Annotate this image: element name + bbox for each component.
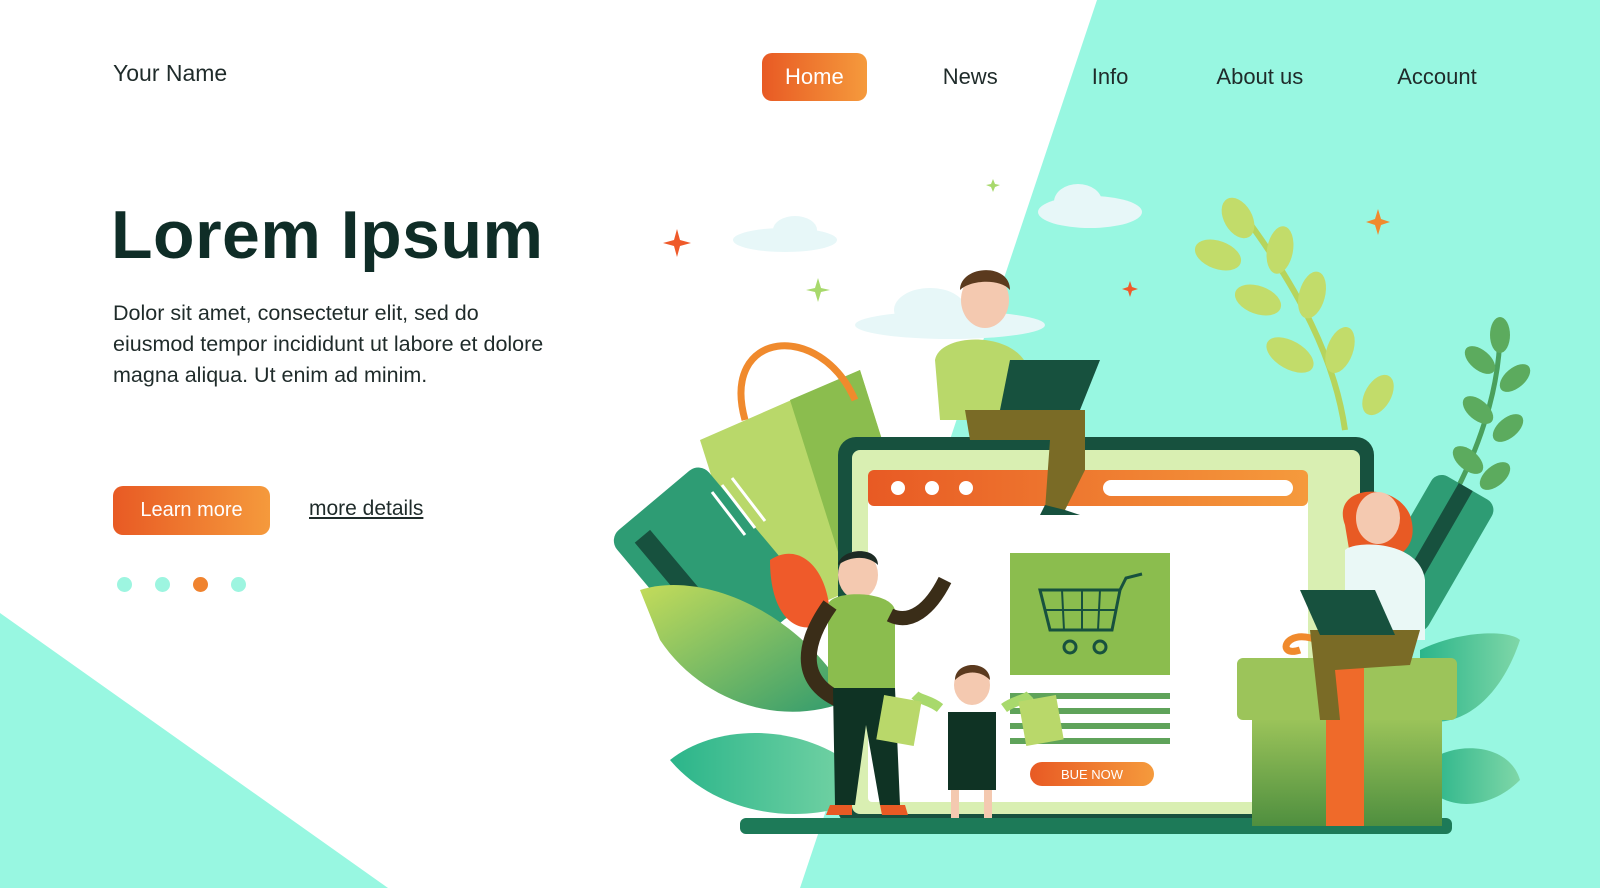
cloud-icon bbox=[733, 184, 1142, 339]
carousel-dot-4[interactable] bbox=[231, 577, 246, 592]
carousel-dot-3[interactable] bbox=[193, 577, 208, 592]
online-shopping-illustration: BUE NOW bbox=[613, 179, 1531, 834]
main-nav: Home News Info About us Account bbox=[762, 53, 1499, 101]
carousel-dots bbox=[117, 577, 269, 592]
more-details-link[interactable]: more details bbox=[309, 497, 423, 521]
carousel-dot-1[interactable] bbox=[117, 577, 132, 592]
buy-now-label: BUE NOW bbox=[1061, 767, 1124, 782]
nav-home[interactable]: Home bbox=[762, 53, 867, 101]
brand-name[interactable]: Your Name bbox=[113, 60, 227, 87]
nav-about-us[interactable]: About us bbox=[1194, 53, 1325, 101]
hero-title: Lorem Ipsum bbox=[111, 197, 544, 273]
nav-info[interactable]: Info bbox=[1070, 53, 1151, 101]
hero-description: Dolor sit amet, consectetur elit, sed do… bbox=[113, 301, 544, 387]
learn-more-button[interactable]: Learn more bbox=[113, 486, 270, 535]
carousel-dot-2[interactable] bbox=[155, 577, 170, 592]
nav-news[interactable]: News bbox=[921, 53, 1020, 101]
nav-account[interactable]: Account bbox=[1375, 53, 1499, 101]
buy-now-button[interactable]: BUE NOW bbox=[1030, 762, 1154, 786]
